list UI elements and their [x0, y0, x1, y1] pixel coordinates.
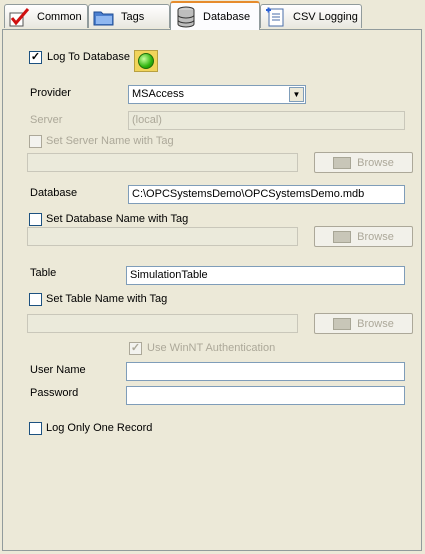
- folder-icon: [333, 317, 352, 330]
- log-to-database-checkbox[interactable]: ✓: [29, 51, 42, 64]
- tab-database-label: Database: [203, 10, 251, 23]
- tab-common-label: Common: [37, 10, 82, 23]
- set-database-name-with-tag-checkbox[interactable]: [29, 213, 42, 226]
- database-browse-button[interactable]: Browse: [314, 226, 413, 247]
- use-winnt-authentication-label: Use WinNT Authentication: [147, 342, 276, 354]
- server-label: Server: [30, 114, 63, 126]
- table-input[interactable]: SimulationTable: [126, 266, 405, 285]
- database-value: C:\OPCSystemsDemo\OPCSystemsDemo.mdb: [132, 188, 365, 200]
- server-browse-button[interactable]: Browse: [314, 152, 413, 173]
- set-table-name-with-tag-label: Set Table Name with Tag: [46, 293, 168, 305]
- tab-tags[interactable]: Tags: [88, 4, 170, 28]
- server-placeholder: (local): [132, 114, 162, 126]
- server-tag-input[interactable]: [27, 153, 298, 172]
- chevron-down-icon[interactable]: ▼: [289, 87, 304, 102]
- set-server-name-with-tag-label: Set Server Name with Tag: [46, 135, 174, 147]
- set-table-name-with-tag-checkbox[interactable]: [29, 293, 42, 306]
- server-input[interactable]: (local): [128, 111, 405, 130]
- status-led-icon: [134, 50, 158, 72]
- table-browse-button[interactable]: Browse: [314, 313, 413, 334]
- provider-label: Provider: [30, 87, 71, 99]
- folder-icon: [93, 7, 115, 27]
- checkmark-icon: [9, 7, 31, 27]
- database-icon: [175, 6, 197, 27]
- table-browse-label: Browse: [357, 317, 394, 330]
- log-only-one-record-checkbox[interactable]: [29, 422, 42, 435]
- log-only-one-record-label: Log Only One Record: [46, 422, 153, 434]
- folder-icon: [333, 230, 352, 243]
- log-to-database-label: Log To Database: [47, 51, 130, 63]
- database-panel: [2, 29, 422, 551]
- table-value: SimulationTable: [130, 269, 208, 281]
- tab-csv-logging[interactable]: CSV Logging: [260, 4, 362, 28]
- tab-database[interactable]: Database: [170, 1, 260, 30]
- provider-select[interactable]: MSAccess ▼: [128, 85, 306, 104]
- table-label: Table: [30, 267, 57, 279]
- check-mark: ✓: [130, 342, 141, 354]
- set-server-name-with-tag-checkbox[interactable]: [29, 135, 42, 148]
- user-name-label: User Name: [30, 364, 86, 376]
- user-name-input[interactable]: [126, 362, 405, 381]
- tab-csv-logging-label: CSV Logging: [293, 10, 358, 23]
- arrow-glyph: ▼: [292, 90, 301, 99]
- provider-value: MSAccess: [132, 88, 184, 100]
- table-tag-input[interactable]: [27, 314, 298, 333]
- database-tag-input[interactable]: [27, 227, 298, 246]
- database-input[interactable]: C:\OPCSystemsDemo\OPCSystemsDemo.mdb: [128, 185, 405, 204]
- tab-tags-label: Tags: [121, 10, 145, 23]
- database-label: Database: [30, 187, 78, 199]
- database-browse-label: Browse: [357, 230, 394, 243]
- check-mark: ✓: [30, 51, 41, 63]
- password-input[interactable]: [126, 386, 405, 405]
- tab-common[interactable]: Common: [4, 4, 88, 28]
- server-browse-label: Browse: [357, 156, 394, 169]
- set-database-name-with-tag-label: Set Database Name with Tag: [46, 213, 189, 225]
- folder-icon: [333, 156, 352, 169]
- password-label: Password: [30, 387, 79, 399]
- csv-document-icon: [265, 7, 287, 27]
- use-winnt-authentication-checkbox[interactable]: ✓: [129, 342, 142, 355]
